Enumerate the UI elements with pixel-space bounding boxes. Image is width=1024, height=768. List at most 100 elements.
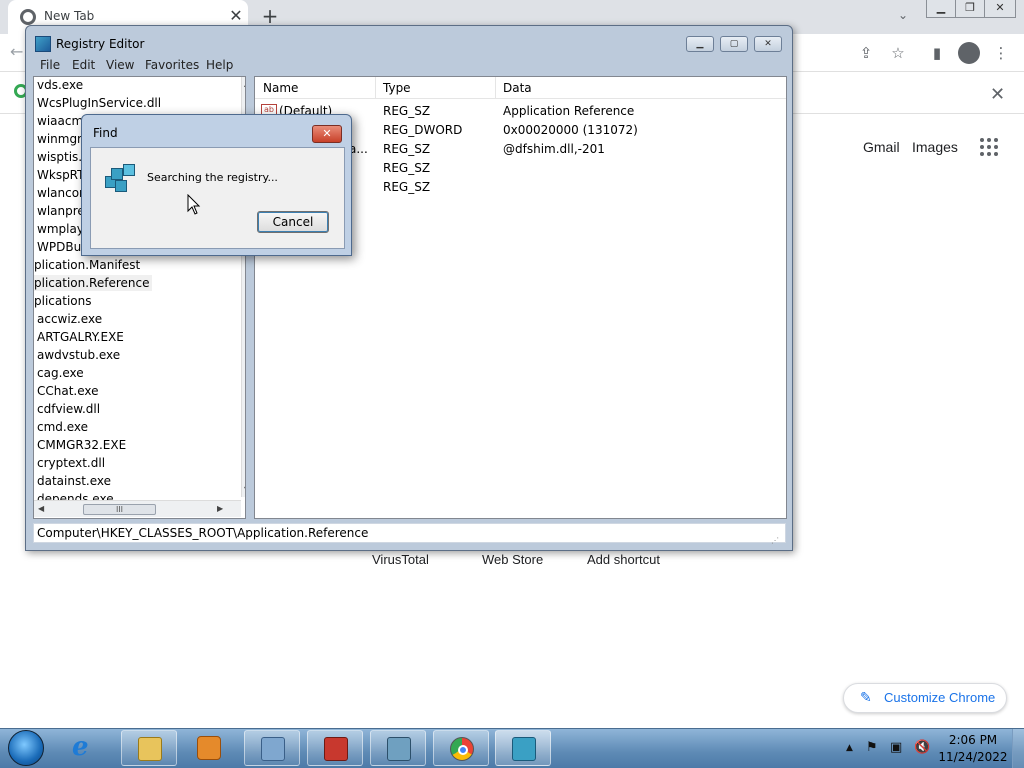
menu-favorites[interactable]: Favorites bbox=[145, 58, 199, 72]
tree-item[interactable]: WcsPlugInService.dll bbox=[37, 95, 161, 111]
regedit-maximize-button[interactable]: ▢ bbox=[720, 36, 748, 52]
dialog-close-button[interactable]: ✕ bbox=[312, 125, 342, 143]
taskbar-toolbox[interactable] bbox=[307, 730, 363, 766]
menu-bar: File Edit View Favorites Help bbox=[32, 56, 786, 74]
menu-edit[interactable]: Edit bbox=[72, 58, 95, 72]
cancel-button[interactable]: Cancel bbox=[257, 211, 329, 233]
find-dialog: Find ✕ Searching the registry... Cancel bbox=[81, 114, 352, 256]
taskbar-chrome[interactable] bbox=[433, 730, 489, 766]
scroll-down-icon[interactable]: ▼ bbox=[244, 485, 245, 494]
value-type: REG_SZ bbox=[383, 142, 431, 156]
back-arrow-icon[interactable]: ← bbox=[10, 42, 23, 61]
tree-item[interactable]: cmd.exe bbox=[37, 419, 88, 435]
column-type-header[interactable]: Type bbox=[383, 81, 411, 95]
tree-item[interactable]: cdfview.dll bbox=[37, 401, 100, 417]
images-link[interactable]: Images bbox=[912, 139, 958, 155]
show-desktop-button[interactable] bbox=[1012, 729, 1024, 768]
shortcut-add[interactable]: Add shortcut bbox=[587, 552, 660, 567]
registry-editor-window: Registry Editor ▁ ▢ ✕ File Edit View Fav… bbox=[25, 25, 793, 551]
tree-item[interactable]: datainst.exe bbox=[37, 473, 111, 489]
menu-icon[interactable]: ⋮ bbox=[990, 42, 1012, 64]
scroll-left-icon[interactable]: ◀ bbox=[38, 504, 44, 513]
tree-item[interactable]: plications bbox=[34, 293, 91, 309]
value-data: @dfshim.dll,-201 bbox=[503, 142, 605, 156]
start-button[interactable] bbox=[8, 730, 44, 766]
infobar-close-icon[interactable]: ✕ bbox=[990, 84, 1005, 105]
chrome-icon bbox=[450, 737, 474, 761]
taskbar-control-panel[interactable] bbox=[244, 730, 300, 766]
scroll-right-icon[interactable]: ▶ bbox=[217, 504, 223, 513]
tree-item[interactable]: vds.exe bbox=[37, 77, 83, 93]
horizontal-scroll-thumb[interactable]: III bbox=[83, 504, 156, 515]
folder-icon bbox=[138, 737, 162, 761]
regedit-minimize-button[interactable]: ▁ bbox=[686, 36, 714, 52]
picture-viewer-icon bbox=[387, 737, 411, 761]
media-player-icon[interactable] bbox=[197, 736, 221, 760]
tree-item[interactable]: WkspRT bbox=[37, 167, 84, 183]
share-icon[interactable]: ⇪ bbox=[855, 42, 877, 64]
customize-chrome-button[interactable]: ✎ Customize Chrome bbox=[843, 683, 1007, 713]
internet-explorer-icon[interactable]: e bbox=[72, 732, 89, 762]
menu-view[interactable]: View bbox=[106, 58, 134, 72]
dialog-body: Searching the registry... Cancel bbox=[90, 147, 345, 249]
value-type: REG_SZ bbox=[383, 161, 431, 175]
chrome-close-button[interactable]: ✕ bbox=[984, 0, 1016, 18]
tree-item[interactable]: plication.Manifest bbox=[34, 257, 140, 273]
chrome-favicon-icon bbox=[20, 9, 36, 25]
tree-item-selected[interactable]: plication.Reference bbox=[34, 275, 153, 291]
tree-item[interactable]: cryptext.dll bbox=[37, 455, 105, 471]
shortcut-virustotal[interactable]: VirusTotal bbox=[372, 552, 429, 567]
taskbar-picture-viewer[interactable] bbox=[370, 730, 426, 766]
profile-icon bbox=[958, 42, 980, 64]
volume-muted-icon[interactable]: 🔇 bbox=[914, 740, 930, 755]
list-header: Name Type Data bbox=[255, 77, 786, 99]
star-icon[interactable]: ☆ bbox=[887, 42, 909, 64]
registry-editor-icon bbox=[512, 737, 536, 761]
column-divider[interactable] bbox=[375, 77, 376, 99]
tree-item[interactable]: accwiz.exe bbox=[37, 311, 102, 327]
tree-item[interactable]: WPDBus bbox=[37, 239, 87, 255]
shortcut-web-store[interactable]: Web Store bbox=[482, 552, 543, 567]
value-type: REG_SZ bbox=[383, 180, 431, 194]
status-bar: Computer\HKEY_CLASSES_ROOT\Application.R… bbox=[33, 523, 786, 543]
dialog-title: Find bbox=[93, 126, 118, 140]
clock-date[interactable]: 11/24/2022 bbox=[938, 750, 1008, 764]
toolbox-icon bbox=[324, 737, 348, 761]
tab-close-icon[interactable]: ✕ bbox=[226, 6, 246, 26]
menu-help[interactable]: Help bbox=[206, 58, 233, 72]
value-type: REG_SZ bbox=[383, 104, 431, 118]
tab-search-chevron-icon[interactable]: ⌄ bbox=[898, 8, 908, 22]
tree-item[interactable]: cag.exe bbox=[37, 365, 84, 381]
gmail-link[interactable]: Gmail bbox=[863, 139, 900, 155]
resize-grip-icon[interactable]: ⋰ bbox=[771, 536, 781, 546]
taskbar-registry-editor[interactable] bbox=[495, 730, 551, 766]
column-name-header[interactable]: Name bbox=[263, 81, 298, 95]
value-type: REG_DWORD bbox=[383, 123, 463, 137]
mouse-cursor-icon bbox=[187, 194, 201, 215]
column-data-header[interactable]: Data bbox=[503, 81, 532, 95]
tree-item[interactable]: awdvstub.exe bbox=[37, 347, 120, 363]
tree-item[interactable]: wlancon bbox=[37, 185, 87, 201]
google-apps-icon[interactable] bbox=[980, 138, 1000, 158]
tree-item[interactable]: CChat.exe bbox=[37, 383, 99, 399]
tree-item[interactable]: ARTGALRY.EXE bbox=[37, 329, 124, 345]
sidebar-icon[interactable]: ▮ bbox=[926, 42, 948, 64]
chrome-restore-button[interactable]: ❐ bbox=[955, 0, 985, 18]
taskbar-file-explorer[interactable] bbox=[121, 730, 177, 766]
profile-button[interactable] bbox=[958, 42, 980, 64]
column-divider[interactable] bbox=[495, 77, 496, 99]
action-center-flag-icon[interactable]: ⚑ bbox=[866, 740, 878, 755]
chrome-minimize-button[interactable]: ▁ bbox=[926, 0, 956, 18]
value-data: Application Reference bbox=[503, 104, 635, 118]
tree-horizontal-scrollbar[interactable]: ◀ III ▶ bbox=[34, 500, 241, 517]
window-title: Registry Editor bbox=[56, 37, 145, 51]
regedit-close-button[interactable]: ✕ bbox=[754, 36, 782, 52]
registry-editor-icon bbox=[35, 36, 51, 52]
tree-item[interactable]: CMMGR32.EXE bbox=[37, 437, 126, 453]
show-hidden-icons[interactable]: ▲ bbox=[846, 743, 853, 753]
network-icon[interactable]: ▣ bbox=[890, 740, 902, 755]
clock-time[interactable]: 2:06 PM bbox=[938, 733, 1008, 747]
pencil-icon: ✎ bbox=[860, 689, 872, 705]
menu-file[interactable]: File bbox=[40, 58, 60, 72]
scroll-up-icon[interactable]: ▲ bbox=[244, 79, 245, 88]
